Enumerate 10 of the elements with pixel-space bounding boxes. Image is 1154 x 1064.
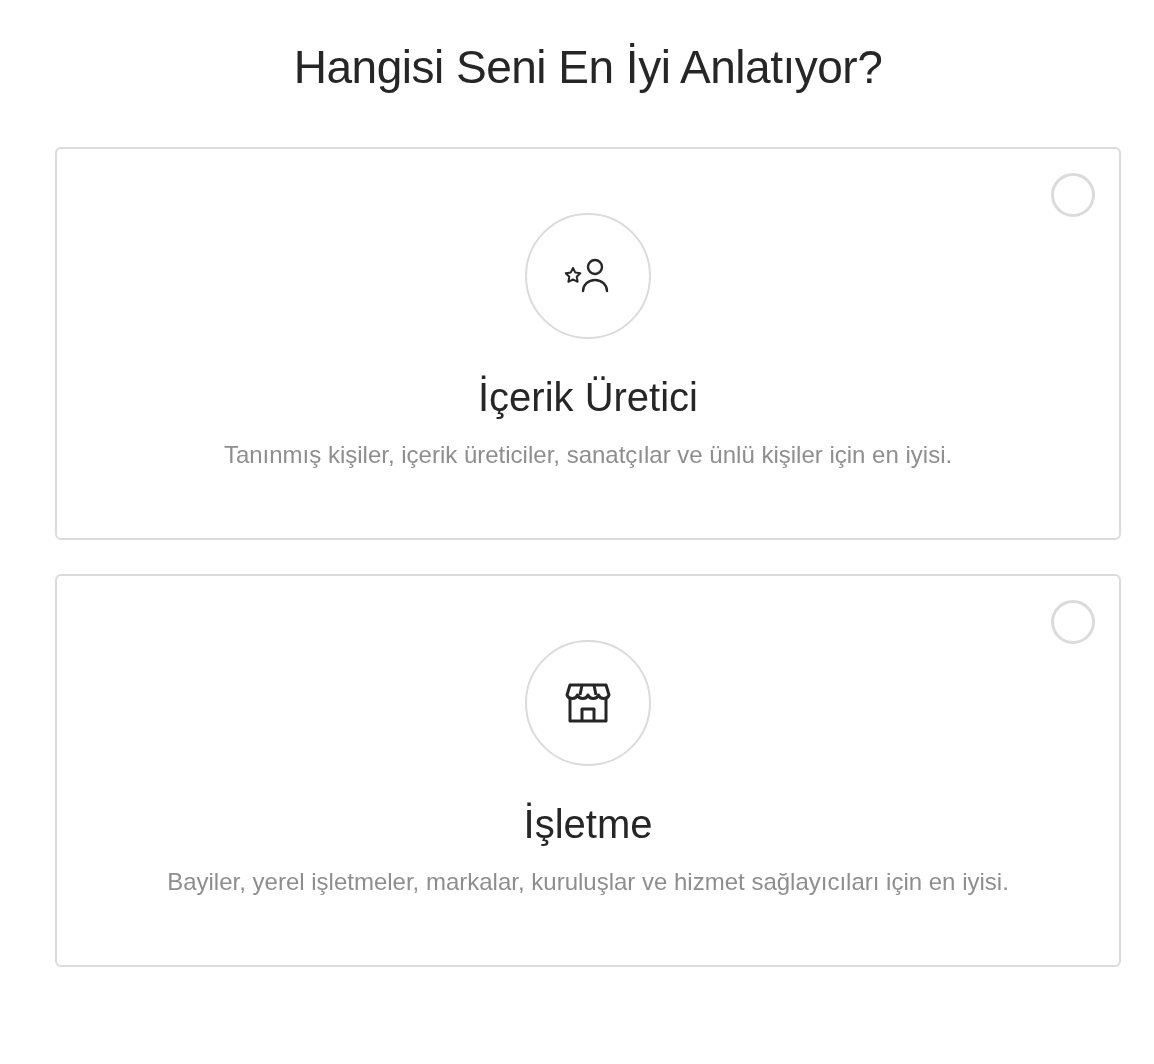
option-title: İçerik Üretici (478, 375, 698, 420)
radio-button[interactable] (1051, 173, 1095, 217)
option-description: Bayiler, yerel işletmeler, markalar, kuruluşlar ve hizmet sağlayıcıları için en iyisi. (167, 867, 1009, 897)
radio-button[interactable] (1051, 600, 1095, 644)
option-title: İşletme (523, 802, 653, 847)
storefront-icon (565, 682, 611, 724)
option-card[interactable]: İşletme Bayiler, yerel işletmeler, markalar, kuruluşlar ve hizmet sağlayıcıları için en iyisi. (55, 574, 1121, 967)
option-card[interactable]: İçerik Üretici Tanınmış kişiler, içerik üreticiler, sanatçılar ve ünlü kişiler için en iyisi. (55, 147, 1121, 540)
page-title: Hangisi Seni En İyi Anlatıyor? (293, 40, 883, 94)
option-description: Tanınmış kişiler, içerik üreticiler, sanatçılar ve ünlü kişiler için en iyisi. (223, 440, 953, 470)
